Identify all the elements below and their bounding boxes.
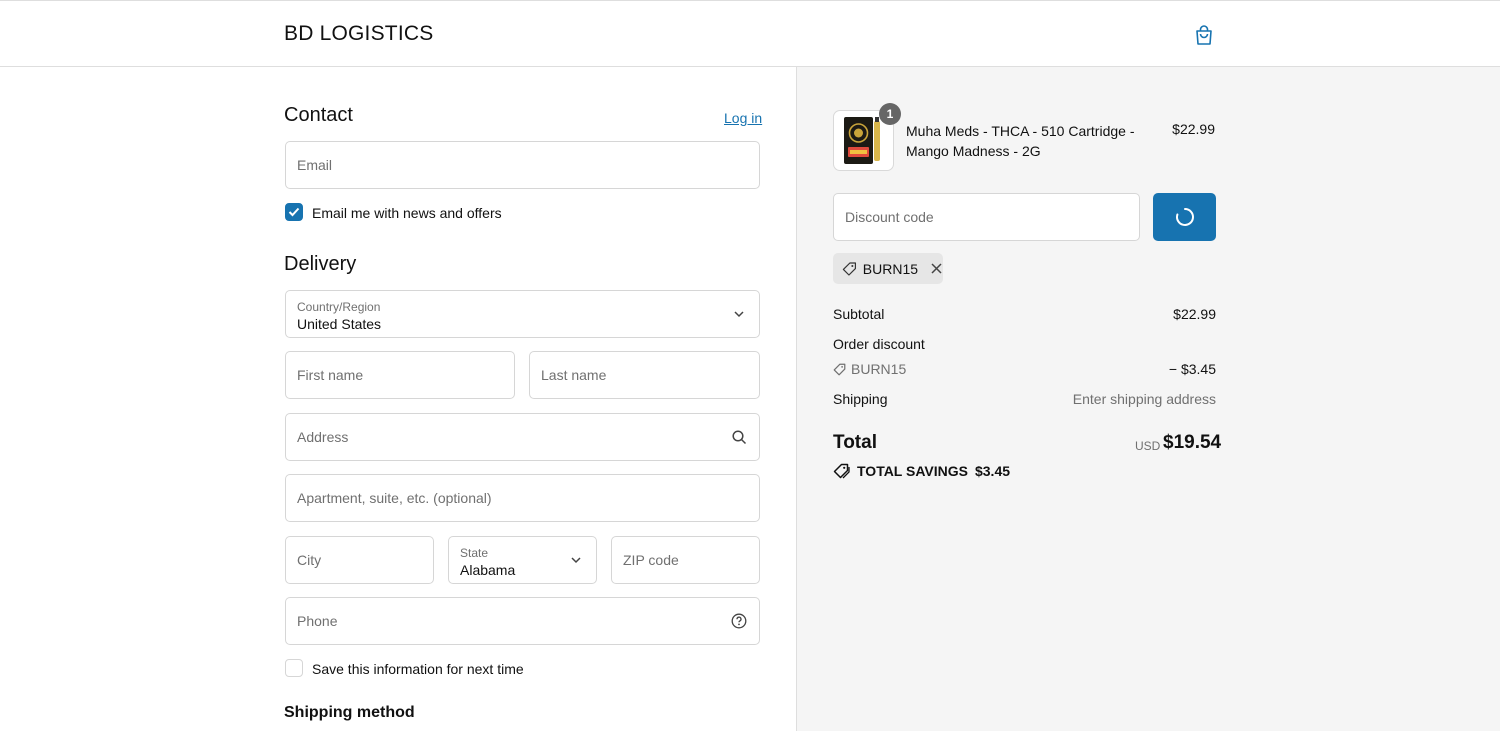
applied-discount-code: BURN15 — [862, 260, 919, 277]
total-currency: USD — [1135, 439, 1161, 453]
help-circle-icon[interactable] — [731, 613, 747, 629]
phone-placeholder: Phone — [297, 613, 338, 629]
total-savings: TOTAL SAVINGS $3.45 — [833, 463, 1010, 479]
quantity-badge: 1 — [879, 103, 901, 125]
first-name-placeholder: First name — [297, 367, 364, 383]
phone-field[interactable]: Phone — [285, 597, 760, 645]
tag-icon — [842, 261, 857, 276]
close-icon — [931, 263, 942, 274]
login-link[interactable]: Log in — [724, 110, 762, 126]
shopping-bag-icon — [1196, 25, 1212, 45]
order-discount-label: Order discount — [833, 336, 925, 352]
last-name-field[interactable]: Last name — [529, 351, 760, 399]
contact-title: Contact — [284, 104, 353, 126]
search-icon — [731, 429, 747, 445]
remove-discount-button[interactable] — [930, 262, 943, 276]
discount-value: − $3.45 — [1168, 361, 1216, 377]
last-name-placeholder: Last name — [541, 367, 607, 383]
product-price: $22.99 — [1172, 121, 1215, 137]
subtotal-value: $22.99 — [1173, 306, 1216, 322]
apply-discount-button[interactable] — [1153, 193, 1216, 241]
shipping-value: Enter shipping address — [1072, 391, 1216, 407]
tag-icon — [833, 363, 846, 375]
delivery-title: Delivery — [284, 253, 357, 275]
country-value: United States — [297, 316, 382, 332]
newsletter-label: Email me with news and offers — [312, 205, 502, 221]
country-select[interactable]: Country/Region United States — [285, 290, 760, 338]
city-field[interactable]: City — [285, 536, 434, 584]
chevron-down-icon — [731, 306, 747, 322]
address-field[interactable]: Address — [285, 413, 760, 461]
savings-value: $3.45 — [974, 463, 1011, 479]
header: BD LOGISTICS — [0, 0, 1500, 67]
state-select[interactable]: State Alabama — [448, 536, 597, 584]
save-info-label: Save this information for next time — [312, 661, 524, 677]
loading-spinner-icon — [1175, 208, 1194, 226]
chevron-down-icon — [568, 552, 584, 568]
checkmark-icon — [288, 207, 300, 217]
apartment-field[interactable]: Apartment, suite, etc. (optional) — [285, 474, 760, 522]
cart-button[interactable] — [1192, 23, 1216, 47]
tags-icon — [833, 463, 850, 479]
shipping-method-title: Shipping method — [284, 704, 415, 721]
subtotal-label: Subtotal — [833, 306, 885, 322]
newsletter-checkbox[interactable] — [285, 203, 303, 221]
product-name: Muha Meds - THCA - 510 Cartridge - Mango… — [906, 123, 1135, 159]
discount-code-name: BURN15 — [851, 361, 907, 377]
state-label: State — [460, 546, 489, 560]
savings-label: TOTAL SAVINGS — [857, 463, 968, 479]
zip-field[interactable]: ZIP code — [611, 536, 760, 584]
state-value: Alabama — [460, 562, 516, 578]
zip-placeholder: ZIP code — [623, 552, 679, 568]
apartment-placeholder: Apartment, suite, etc. (optional) — [297, 490, 492, 506]
first-name-field[interactable]: First name — [285, 351, 515, 399]
address-placeholder: Address — [297, 429, 349, 445]
brand-logo[interactable]: BD LOGISTICS — [284, 22, 433, 46]
email-placeholder: Email — [297, 157, 333, 173]
email-field[interactable]: Email — [285, 141, 760, 189]
applied-discount-chip: BURN15 — [833, 253, 943, 284]
total-label: Total — [833, 432, 877, 453]
save-info-checkbox[interactable] — [285, 659, 303, 677]
country-label: Country/Region — [297, 300, 381, 314]
shipping-label: Shipping — [833, 391, 888, 407]
discount-code-line: BURN15 — [833, 361, 906, 377]
total-value: $19.54 — [1163, 432, 1222, 453]
discount-placeholder: Discount code — [845, 209, 934, 225]
discount-code-field[interactable]: Discount code — [833, 193, 1140, 241]
city-placeholder: City — [297, 552, 322, 568]
